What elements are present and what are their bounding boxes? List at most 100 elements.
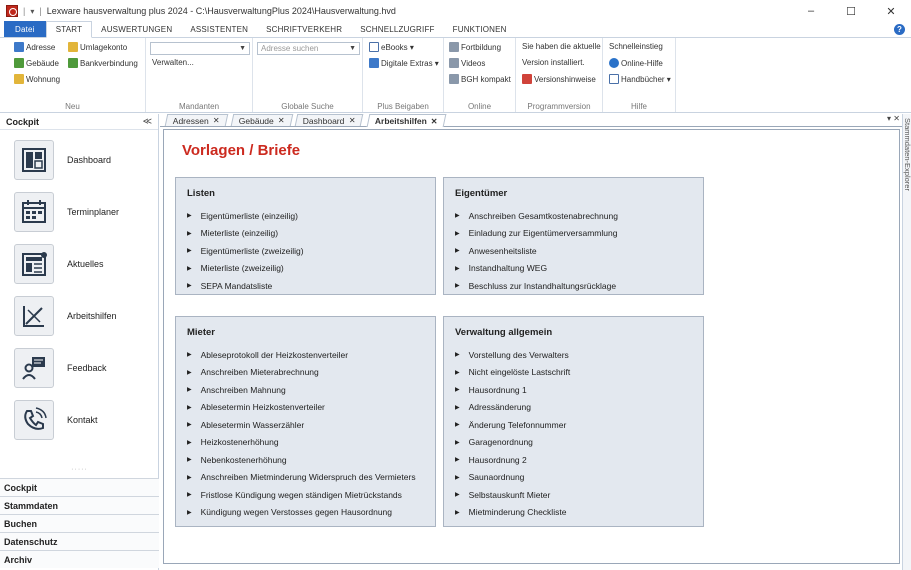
template-link[interactable]: ▶ Anschreiben Gesamtkostenabrechnung: [455, 207, 618, 225]
minimize-button[interactable]: –: [791, 0, 831, 22]
quick-access-dropdown-icon[interactable]: ▾: [30, 7, 34, 16]
tab-funktionen[interactable]: FUNKTIONEN: [444, 21, 516, 37]
cockpit-item-terminplaner[interactable]: Terminplaner: [14, 190, 154, 234]
template-link[interactable]: ▶ Anschreiben Mieterabrechnung: [187, 364, 416, 382]
template-link[interactable]: ▶ Heizkostenerhöhung: [187, 434, 416, 452]
verwalten-button[interactable]: Verwalten...: [152, 58, 194, 67]
collapse-panel-button[interactable]: ≪: [143, 116, 152, 127]
bullet-icon: ▶: [187, 387, 192, 394]
ribbon-group-programmversion: Sie haben die aktuelle Version installie…: [516, 38, 603, 112]
new-bankverbindung-label: Bankverbindung: [80, 58, 138, 68]
stammdaten-explorer-strip[interactable]: Stammdaten-Explorer: [902, 114, 911, 570]
tab-start[interactable]: START: [45, 21, 93, 38]
template-link[interactable]: ▶ Fristlose Kündigung wegen ständigen Mie…: [187, 486, 416, 504]
new-adresse-button[interactable]: Adresse: [14, 42, 55, 52]
template-link[interactable]: ▶ Hausordnung 1: [455, 381, 570, 399]
cockpit-item-dashboard[interactable]: Dashboard: [14, 138, 154, 182]
template-link[interactable]: ▶ Garagenordnung: [455, 434, 570, 452]
tab-list-controls[interactable]: ▾ ✕: [887, 114, 900, 123]
template-link[interactable]: ▶ SEPA Mandatsliste: [187, 277, 304, 295]
handbuecher-button[interactable]: Handbücher ▾: [609, 74, 671, 84]
template-link[interactable]: ▶ Instandhaltung WEG: [455, 260, 618, 278]
tab-gebaeude[interactable]: Gebäude ✕: [230, 114, 293, 126]
cockpit-item-aktuelles[interactable]: Aktuelles: [14, 242, 154, 286]
template-link[interactable]: ▶ Anschreiben Mietminderung Widerspruch d…: [187, 469, 416, 487]
nav-archiv[interactable]: Archiv: [0, 550, 159, 568]
template-link-label: SEPA Mandatsliste: [200, 280, 273, 291]
ebooks-button[interactable]: eBooks ▾: [369, 42, 414, 52]
tab-dashboard[interactable]: Dashboard ✕: [295, 114, 364, 126]
help-globe-icon: [609, 58, 619, 68]
bgh-kompakt-button[interactable]: BGH kompakt: [449, 74, 511, 84]
template-link[interactable]: ▶ Nebenkostenerhöhung: [187, 451, 416, 469]
tab-schnellzugriff[interactable]: SCHNELLZUGRIFF: [351, 21, 443, 37]
template-link[interactable]: ▶ Mieterliste (zweizeilig): [187, 260, 304, 278]
template-link[interactable]: ▶ Saunaordnung: [455, 469, 570, 487]
close-tab-icon[interactable]: ✕: [430, 117, 437, 126]
template-link[interactable]: ▶ Selbstauskunft Mieter: [455, 486, 570, 504]
news-icon: [14, 244, 54, 284]
template-link[interactable]: ▶ Mieterliste (einzeilig): [187, 225, 304, 243]
tab-datei[interactable]: Datei: [4, 21, 46, 37]
card-title: Eigentümer: [455, 188, 508, 199]
template-link[interactable]: ▶ Einladung zur Eigentümerversammlung: [455, 225, 618, 243]
tab-adressen[interactable]: Adressen ✕: [164, 114, 228, 126]
splitter-grip[interactable]: ·····: [0, 466, 159, 473]
cockpit-item-kontakt[interactable]: Kontakt: [14, 398, 154, 442]
close-window-button[interactable]: ✕: [871, 0, 911, 22]
cockpit-item-feedback[interactable]: Feedback: [14, 346, 154, 390]
template-link[interactable]: ▶ Kündigung wegen Verstosses gegen Hausor…: [187, 504, 416, 522]
new-wohnung-button[interactable]: Wohnung: [14, 74, 60, 84]
bullet-icon: ▶: [187, 248, 192, 255]
address-search-input[interactable]: Adresse suchen ▼: [257, 42, 360, 55]
template-link[interactable]: ▶ Hausordnung 2: [455, 451, 570, 469]
fortbildung-button[interactable]: Fortbildung: [449, 42, 501, 52]
template-link[interactable]: ▶ Mietminderung Checkliste: [455, 504, 570, 522]
bullet-icon: ▶: [455, 404, 460, 411]
template-link-label: Saunaordnung: [468, 472, 525, 483]
template-link[interactable]: ▶ Beschluss zur Instandhaltungsrücklage: [455, 277, 618, 295]
help-icon[interactable]: ?: [894, 24, 905, 35]
template-link[interactable]: ▶ Adressänderung: [455, 399, 570, 417]
versionshinweise-button[interactable]: Versionshinweise: [522, 74, 596, 84]
videos-button[interactable]: Videos: [449, 58, 485, 68]
template-link[interactable]: ▶ Änderung Telefonnummer: [455, 416, 570, 434]
template-link[interactable]: ▶ Eigentümerliste (zweizeilig): [187, 242, 304, 260]
cockpit-item-label: Kontakt: [67, 415, 98, 425]
new-bankverbindung-button[interactable]: Bankverbindung: [68, 58, 138, 68]
nav-stammdaten[interactable]: Stammdaten: [0, 496, 159, 514]
card-verwaltung-allgemein: Verwaltung allgemein ▶ Vorstellung des Ve…: [443, 316, 704, 527]
maximize-button[interactable]: ☐: [831, 0, 871, 22]
template-link[interactable]: ▶ Eigentümerliste (einzeilig): [187, 207, 304, 225]
template-link-label: Nebenkostenerhöhung: [200, 454, 287, 465]
new-umlagekonto-button[interactable]: Umlagekonto: [68, 42, 127, 52]
template-link-label: Hausordnung 1: [468, 384, 527, 395]
card-list: ▶ Eigentümerliste (einzeilig) ▶ Mieterlist…: [187, 207, 304, 295]
card-title: Listen: [187, 188, 215, 199]
template-link[interactable]: ▶ Anschreiben Mahnung: [187, 381, 416, 399]
close-tab-icon[interactable]: ✕: [278, 116, 285, 125]
bullet-icon: ▶: [187, 439, 192, 446]
tab-arbeitshilfen[interactable]: Arbeitshilfen ✕: [366, 114, 446, 127]
template-link[interactable]: ▶ Vorstellung des Verwalters: [455, 346, 570, 364]
online-hilfe-button[interactable]: Online-Hilfe: [609, 58, 663, 68]
digitale-extras-button[interactable]: Digitale Extras ▾: [369, 58, 439, 68]
tab-schriftverkehr[interactable]: SCHRIFTVERKEHR: [257, 21, 351, 37]
template-link[interactable]: ▶ Nicht eingelöste Lastschrift: [455, 364, 570, 382]
schnelleinstieg-button[interactable]: Schnelleinstieg: [609, 42, 663, 51]
new-gebaeude-button[interactable]: Gebäude: [14, 58, 59, 68]
tab-assistenten[interactable]: ASSISTENTEN: [181, 21, 257, 37]
nav-cockpit[interactable]: Cockpit: [0, 478, 159, 496]
tab-auswertungen[interactable]: AUSWERTUNGEN: [92, 21, 181, 37]
close-tab-icon[interactable]: ✕: [213, 116, 220, 125]
template-link[interactable]: ▶ Anwesenheitsliste: [455, 242, 618, 260]
close-tab-icon[interactable]: ✕: [349, 116, 356, 125]
template-link[interactable]: ▶ Ableseprotokoll der Heizkostenverteiler: [187, 346, 416, 364]
mandanten-select[interactable]: ▼: [150, 42, 250, 55]
cockpit-item-arbeitshilfen[interactable]: Arbeitshilfen: [14, 294, 154, 338]
nav-datenschutz[interactable]: Datenschutz: [0, 532, 159, 550]
template-link[interactable]: ▶ Ablesetermin Heizkostenverteiler: [187, 399, 416, 417]
nav-buchen[interactable]: Buchen: [0, 514, 159, 532]
template-link[interactable]: ▶ Ablesetermin Wasserzähler: [187, 416, 416, 434]
cockpit-item-label: Feedback: [67, 363, 107, 373]
